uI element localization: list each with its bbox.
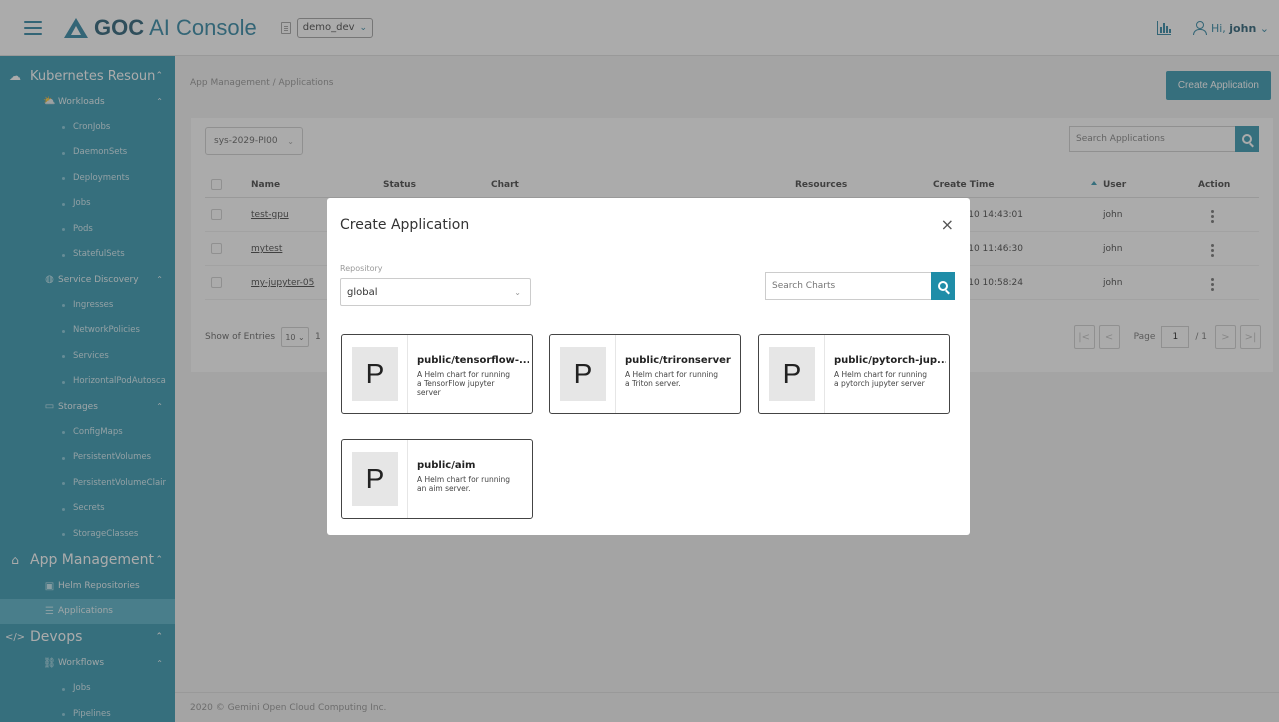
repository-value: global <box>347 286 378 298</box>
search-icon <box>938 281 948 291</box>
chart-card-pytorch[interactable]: P public/pytorch-jup... A Helm chart for… <box>758 334 950 414</box>
chart-card-triton[interactable]: P public/trironserver A Helm chart for r… <box>549 334 741 414</box>
repository-select[interactable]: global ⌄ <box>340 278 531 306</box>
chart-thumbnail: P <box>550 335 616 413</box>
chart-search <box>765 272 955 300</box>
chart-description: A Helm chart for running an aim server. <box>417 475 511 493</box>
dialog-title: Create Application <box>340 217 470 233</box>
chart-letter-icon: P <box>769 347 815 401</box>
chart-search-input[interactable] <box>765 272 931 300</box>
chart-letter-icon: P <box>352 347 398 401</box>
chart-card-aim[interactable]: P public/aim A Helm chart for running an… <box>341 439 533 519</box>
chart-name: public/trironserver <box>625 355 731 366</box>
chart-description: A Helm chart for running a Triton server… <box>625 370 719 388</box>
chart-letter-icon: P <box>352 452 398 506</box>
chart-name: public/tensorflow-... <box>417 355 529 366</box>
chart-card-tensorflow[interactable]: P public/tensorflow-... A Helm chart for… <box>341 334 533 414</box>
chart-name: public/pytorch-jup... <box>834 355 946 366</box>
close-icon[interactable]: × <box>941 215 954 234</box>
chart-name: public/aim <box>417 460 476 471</box>
chart-description: A Helm chart for running a TensorFlow ju… <box>417 370 511 397</box>
chart-search-button[interactable] <box>931 272 955 300</box>
chart-description: A Helm chart for running a pytorch jupyt… <box>834 370 928 388</box>
chevron-down-icon: ⌄ <box>514 287 521 297</box>
chart-thumbnail: P <box>759 335 825 413</box>
chart-letter-icon: P <box>560 347 606 401</box>
chart-thumbnail: P <box>342 440 408 518</box>
repository-label: Repository <box>340 264 383 273</box>
chart-thumbnail: P <box>342 335 408 413</box>
create-application-dialog: Create Application × Repository global ⌄… <box>327 198 970 535</box>
